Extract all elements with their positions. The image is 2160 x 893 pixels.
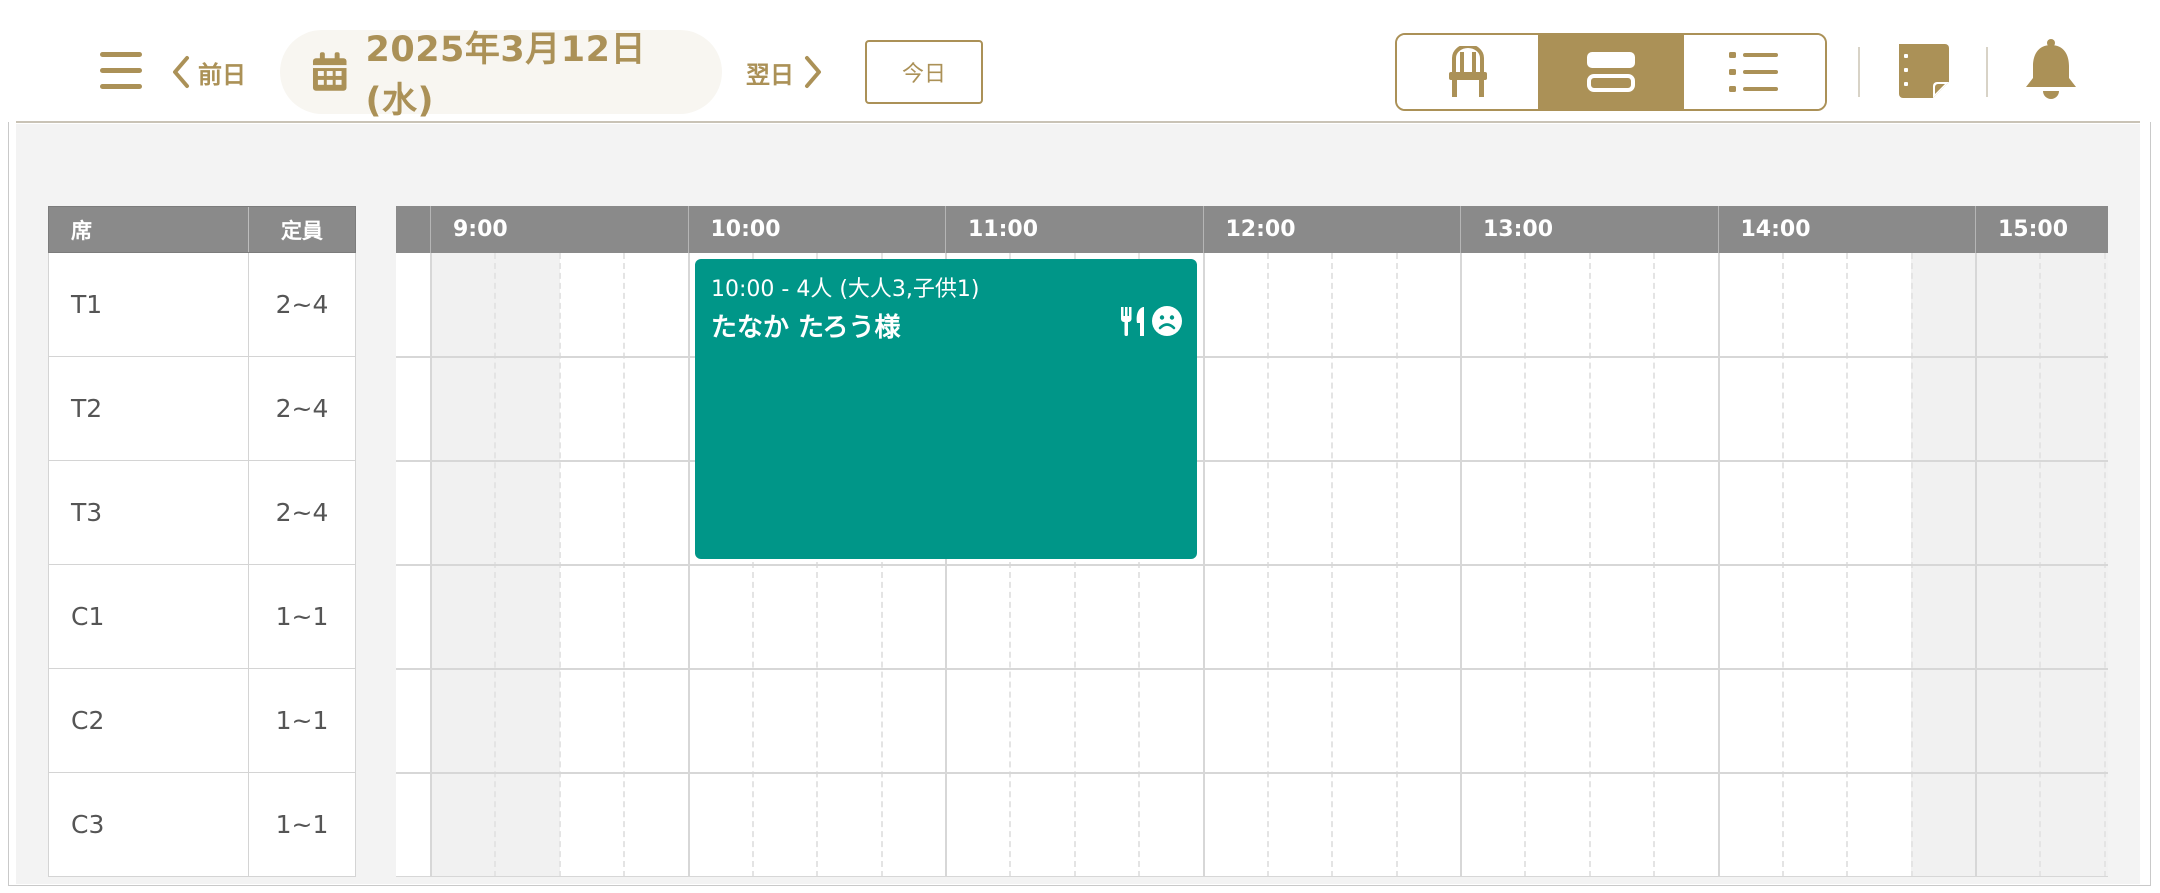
bell-icon — [2026, 39, 2076, 99]
seat-name: C3 — [49, 773, 249, 876]
seat-table-header: 席 定員 — [48, 206, 356, 253]
seat-column-header: 席 — [49, 207, 249, 252]
seat-row[interactable]: T1 2~4 — [48, 253, 356, 357]
seat-row[interactable]: C1 1~1 — [48, 565, 356, 669]
frown-face-icon — [1152, 306, 1182, 336]
timeline-header-separator — [1975, 206, 1976, 253]
notification-button[interactable] — [2022, 38, 2080, 106]
reservation-icons — [1119, 305, 1183, 337]
timeline-hour-label: 9:00 — [453, 217, 508, 242]
seat-name: T1 — [49, 253, 249, 356]
timeline-grid: 9:00 10:00 11:00 12:00 13:00 14:00 15:00 10:00… — [396, 206, 2108, 877]
timeline-header-separator — [945, 206, 946, 253]
next-day-label: 翌日 — [746, 60, 794, 89]
prev-day-label: 前日 — [198, 60, 246, 89]
list-view-button[interactable] — [1681, 35, 1825, 109]
list-icon — [1729, 52, 1779, 92]
timeline-header-separator — [1460, 206, 1461, 253]
row-gridline — [396, 668, 2108, 670]
seat-name: T3 — [49, 461, 249, 564]
seat-row[interactable]: C3 1~1 — [48, 773, 356, 877]
seat-capacity: 1~1 — [275, 810, 329, 839]
header-divider-line — [16, 121, 2140, 123]
timeline-hour-label: 10:00 — [710, 217, 781, 242]
header-divider — [1986, 47, 1988, 97]
timeline-header-separator — [1202, 206, 1204, 253]
timeline-hour-label: 14:00 — [1740, 217, 1811, 242]
menu-icon[interactable] — [100, 52, 142, 90]
seat-row[interactable]: T3 2~4 — [48, 461, 356, 565]
seat-capacity: 2~4 — [275, 290, 329, 319]
row-gridline — [396, 460, 2108, 462]
today-button[interactable]: 今日 — [865, 40, 983, 104]
view-mode-toggle — [1395, 33, 1827, 111]
prev-day-button[interactable]: 前日 — [170, 52, 246, 92]
reservation-guest-name: たなか たろう様 — [711, 313, 901, 343]
row-gridline — [396, 564, 2108, 566]
utensils-icon — [1121, 307, 1144, 336]
reservation-block[interactable]: 10:00 - 4人 (大人3,子供1) たなか たろう様 — [695, 259, 1197, 559]
timeline-header-separator — [1717, 206, 1719, 253]
memo-button[interactable] — [1895, 42, 1951, 104]
current-date: 2025年3月12日 (水) — [365, 30, 646, 121]
chevron-left-icon — [173, 56, 189, 88]
timeline-hour-label: 13:00 — [1483, 217, 1554, 242]
header-divider — [1858, 47, 1860, 97]
row-gridline — [396, 772, 2108, 774]
timeline-header: 9:00 10:00 11:00 12:00 13:00 14:00 15:00 — [396, 206, 2108, 253]
seat-table: 席 定員 T1 2~4 T2 2~4 T3 2~4 C1 1~1 C2 1~1 C3 1~1 — [48, 206, 356, 877]
seat-capacity: 1~1 — [275, 706, 329, 735]
timeline-hour-label: 12:00 — [1225, 217, 1296, 242]
date-picker[interactable]: 2025年3月12日 (水) — [280, 30, 722, 121]
timeline-hour-label: 15:00 — [1998, 217, 2069, 242]
seat-name: C2 — [49, 669, 249, 772]
timeline-body[interactable] — [396, 253, 2108, 877]
capacity-column-header: 定員 — [281, 218, 323, 243]
timeline-view-button[interactable] — [1538, 35, 1682, 109]
notepad-icon — [1899, 44, 1949, 98]
chair-icon — [1448, 46, 1487, 97]
seat-capacity: 2~4 — [275, 498, 329, 527]
seat-row[interactable]: T2 2~4 — [48, 357, 356, 461]
seat-capacity: 1~1 — [275, 602, 329, 631]
seat-name: T2 — [49, 357, 249, 460]
row-gridline — [396, 356, 2108, 358]
seat-capacity: 2~4 — [275, 394, 329, 423]
seat-view-button[interactable] — [1397, 35, 1539, 109]
next-day-button[interactable]: 翌日 — [746, 52, 824, 92]
reservation-time-info: 10:00 - 4人 (大人3,子供1) — [711, 277, 980, 302]
seat-row[interactable]: C2 1~1 — [48, 669, 356, 773]
chevron-right-icon — [805, 56, 821, 88]
row-gridline — [396, 876, 2108, 877]
calendar-icon — [312, 52, 347, 91]
timeline-hour-label: 11:00 — [968, 217, 1039, 242]
timeline-icon — [1586, 52, 1635, 92]
seat-name: C1 — [49, 565, 249, 668]
timeline-header-separator — [687, 206, 689, 253]
timeline-header-separator — [430, 206, 431, 253]
